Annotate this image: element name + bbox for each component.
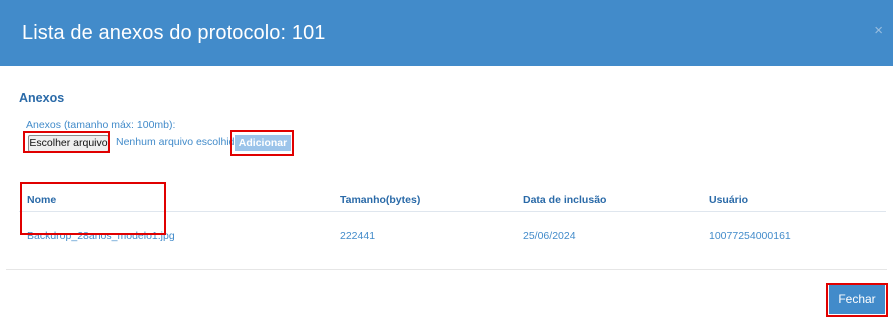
highlight-box — [826, 283, 888, 317]
section-title: Anexos — [19, 91, 65, 105]
highlight-box — [23, 131, 110, 153]
highlight-box — [230, 130, 294, 156]
attachments-field-label: Anexos (tamanho máx: 100mb): — [26, 119, 176, 131]
column-header-tamanho[interactable]: Tamanho(bytes) — [340, 194, 420, 206]
modal-title: Lista de anexos do protocolo: 101 — [22, 22, 326, 44]
file-user-cell: 10077254000161 — [709, 230, 791, 242]
file-size-cell: 222441 — [340, 230, 376, 242]
no-file-text: Nenhum arquivo escolhido — [116, 136, 241, 148]
highlight-box — [20, 182, 166, 235]
column-header-data[interactable]: Data de inclusão — [523, 194, 606, 206]
file-date-cell: 25/06/2024 — [523, 230, 576, 242]
close-icon[interactable]: × — [874, 22, 883, 40]
footer-divider — [6, 269, 887, 270]
column-header-usuario[interactable]: Usuário — [709, 194, 748, 206]
modal-header: Lista de anexos do protocolo: 101 × — [0, 0, 893, 66]
